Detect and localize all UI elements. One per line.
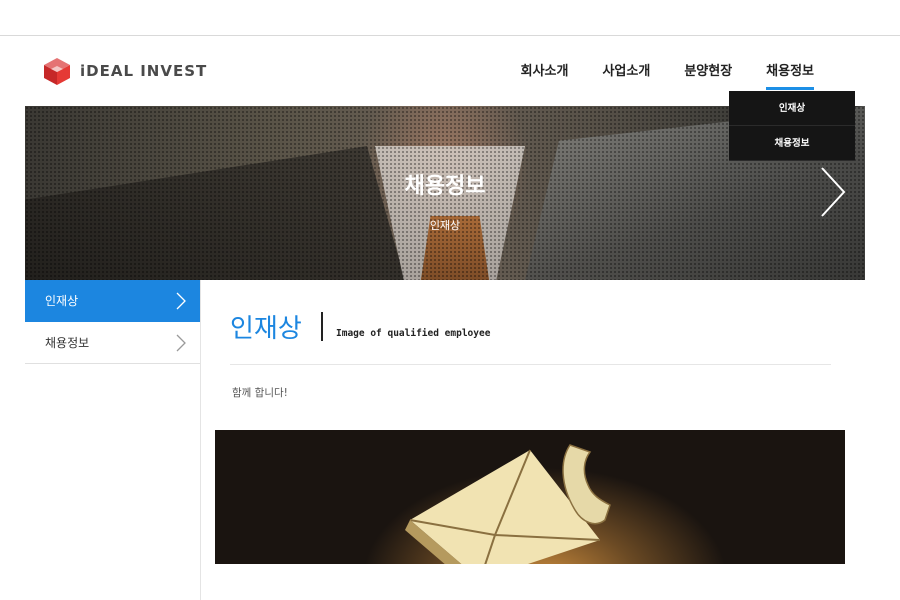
dropdown-item-recruit[interactable]: 채용정보: [729, 126, 855, 161]
content-divider: [230, 364, 831, 365]
content-text: 함께 합니다!: [232, 387, 288, 399]
dropdown-item-talent[interactable]: 인재상: [729, 91, 855, 126]
contact-hero-image: [215, 430, 845, 564]
sidebar-item-label: 채용정보: [45, 336, 90, 350]
sidebar-item-label: 인재상: [45, 294, 79, 308]
sidebar-item-recruit[interactable]: 채용정보: [25, 322, 200, 364]
site-logo[interactable]: iDEAL INVEST: [42, 56, 207, 86]
chevron-right-icon: [176, 334, 186, 351]
page-subtitle: Image of qualified employee: [336, 328, 491, 339]
sidebar-item-talent[interactable]: 인재상: [25, 280, 200, 322]
page-title: 인재상: [230, 314, 302, 344]
nav-recruit[interactable]: 채용정보: [766, 60, 814, 90]
banner-title: 채용정보: [404, 174, 486, 199]
main-navigation: 회사소개 사업소개 분양현장 채용정보: [521, 60, 814, 90]
logo-text: iDEAL INVEST: [80, 62, 208, 80]
logo-cube-icon: [44, 58, 70, 85]
side-menu: 인재상 채용정보: [25, 280, 201, 600]
nav-company[interactable]: 회사소개: [521, 60, 569, 90]
title-divider: [321, 312, 323, 341]
envelope-phone-image: [405, 444, 611, 564]
banner-subtitle: 인재상: [429, 219, 461, 232]
nav-sales-site[interactable]: 분양현장: [684, 60, 732, 90]
chevron-right-icon: [176, 292, 186, 309]
chevron-right-icon[interactable]: [818, 166, 848, 218]
recruit-dropdown-menu: 인재상 채용정보: [729, 91, 855, 161]
browser-top-strip: [0, 0, 900, 36]
nav-business[interactable]: 사업소개: [602, 60, 650, 90]
